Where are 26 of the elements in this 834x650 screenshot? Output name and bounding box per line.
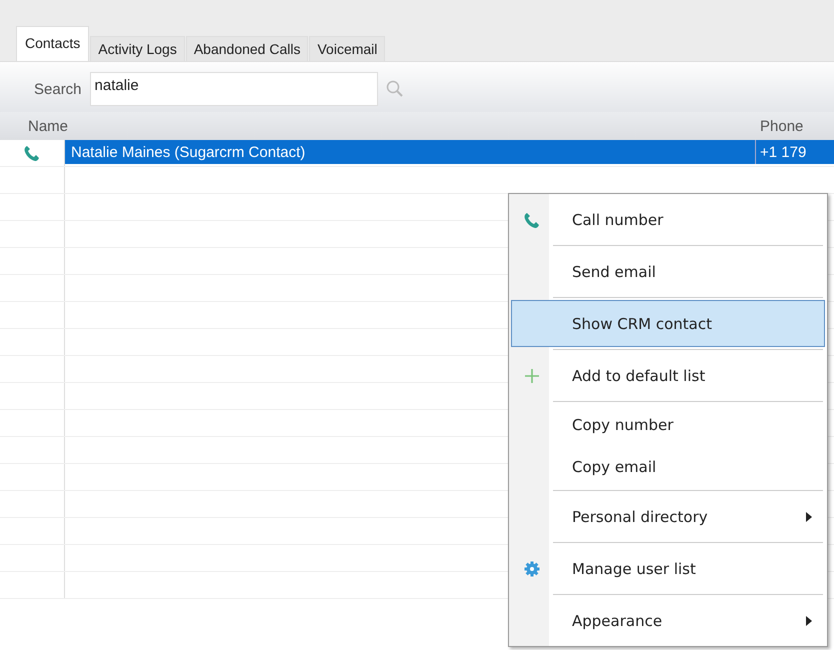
search-field[interactable]: natalie (90, 72, 378, 106)
column-header[interactable]: Phone (760, 118, 834, 134)
search-icon[interactable] (386, 80, 404, 98)
menu-item[interactable]: Appearance (511, 597, 825, 644)
tab[interactable]: Abandoned Calls (186, 36, 308, 61)
menu-item[interactable]: Copy number (511, 404, 825, 446)
menu-item[interactable]: Copy email (511, 446, 825, 488)
tab[interactable]: Activity Logs (90, 36, 185, 61)
menu-item[interactable]: Show CRM contact (511, 300, 825, 347)
menu-item[interactable]: Add to default list (511, 352, 825, 399)
column-header[interactable]: Name (28, 118, 68, 134)
gear-icon (524, 560, 540, 576)
submenu-arrow-icon (806, 616, 812, 626)
phone-number: +1 179 (755, 140, 834, 164)
menu-item[interactable]: Personal directory (511, 493, 825, 540)
menu-item[interactable]: Call number (511, 196, 825, 243)
tab[interactable]: Contacts (16, 26, 90, 61)
phone-icon (23, 144, 41, 162)
phone-icon (523, 210, 541, 228)
menu-item[interactable]: Send email (511, 248, 825, 295)
search-label: Search (34, 80, 82, 98)
tab[interactable]: Voicemail (309, 36, 386, 61)
submenu-arrow-icon (806, 512, 812, 522)
plus-icon (524, 368, 540, 384)
contact-name[interactable]: Natalie Maines (Sugarcrm Contact) (65, 140, 755, 164)
menu-item[interactable]: Manage user list (511, 545, 825, 592)
